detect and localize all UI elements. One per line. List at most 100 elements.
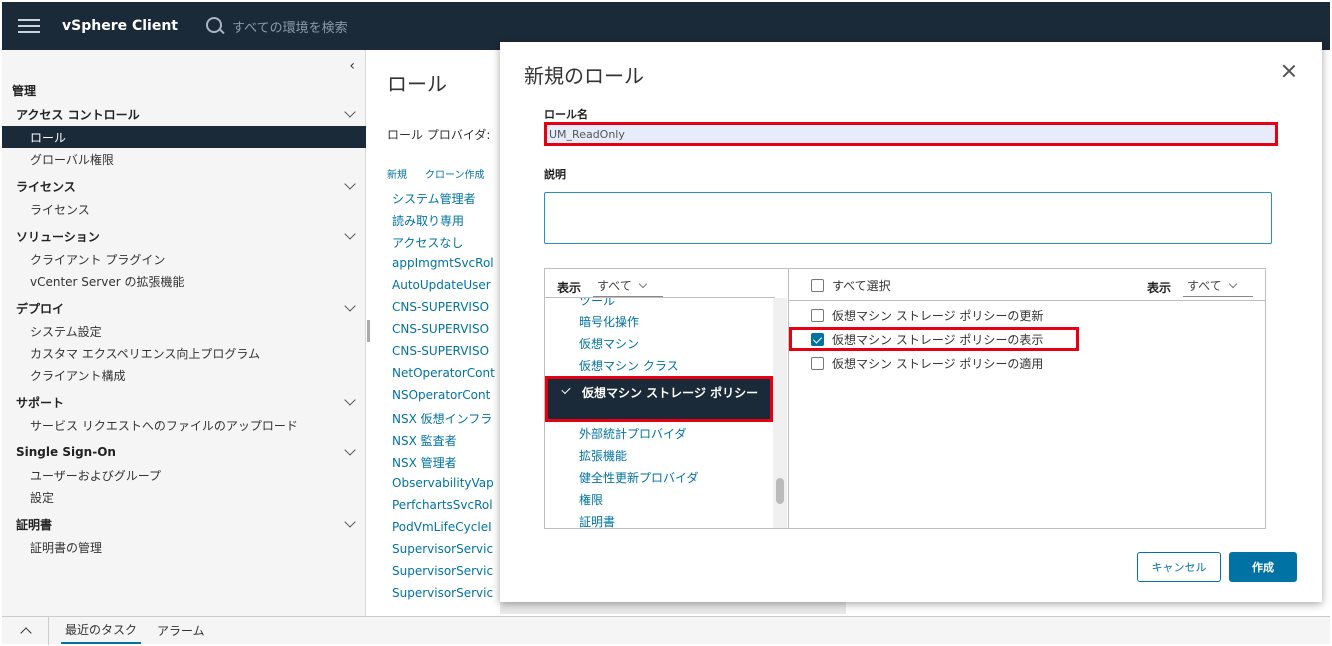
collapse-sidebar-icon[interactable]: ‹	[349, 58, 355, 74]
role-item[interactable]: ObservabilityVap	[392, 476, 495, 498]
category-filter-label: 表示	[557, 280, 582, 295]
select-all-checkbox[interactable]: すべて選択	[811, 277, 891, 294]
sidebar-item-system-config[interactable]: システム設定	[2, 320, 366, 342]
category-item-tools[interactable]: ツール	[545, 298, 773, 310]
create-button[interactable]: 作成	[1229, 552, 1297, 582]
role-item[interactable]: SupervisorServic	[392, 542, 495, 564]
sidebar-item-cert-management[interactable]: 証明書の管理	[2, 536, 366, 558]
role-item[interactable]: CNS-SUPERVISO	[392, 344, 495, 366]
chevron-up-icon[interactable]	[20, 626, 32, 639]
role-item[interactable]: NSOperatorCont	[392, 388, 495, 410]
page-title: ロール	[387, 72, 447, 96]
privilege-item-apply[interactable]: 仮想マシン ストレージ ポリシーの適用	[789, 351, 1265, 375]
category-item-health-provider[interactable]: 健全性更新プロバイダ	[545, 466, 773, 488]
description-label: 説明	[544, 168, 566, 181]
category-item-permissions[interactable]: 権限	[545, 488, 773, 510]
dialog-title: 新規のロール	[524, 64, 644, 88]
category-item-vm-class[interactable]: 仮想マシン クラス	[545, 354, 773, 376]
close-icon[interactable]	[1282, 64, 1296, 78]
sidebar-group-label: デプロイ	[16, 301, 65, 316]
category-scrollbar-thumb[interactable]	[776, 478, 784, 504]
role-item[interactable]: PodVmLifeCycleI	[392, 520, 495, 542]
category-scrollbar[interactable]	[773, 298, 787, 528]
checkbox-icon	[811, 356, 824, 370]
sidebar-group-support[interactable]: サポート	[2, 390, 366, 414]
role-list: システム管理者 読み取り専用 アクセスなし appImgmtSvcRol Aut…	[392, 190, 495, 608]
role-item[interactable]: CNS-SUPERVISO	[392, 322, 495, 344]
main-scrollbar[interactable]	[367, 320, 370, 342]
role-item[interactable]: NSX 仮想インフラ	[392, 410, 495, 432]
privilege-item-view[interactable]: 仮想マシン ストレージ ポリシーの表示	[789, 327, 1079, 351]
role-item[interactable]: NetOperatorCont	[392, 366, 495, 388]
sidebar-item-licenses[interactable]: ライセンス	[2, 198, 366, 220]
sidebar-group-sso[interactable]: Single Sign-On	[2, 440, 366, 464]
sidebar-item-roles[interactable]: ロール	[2, 126, 366, 148]
chevron-down-icon	[344, 516, 356, 528]
privilege-item-update[interactable]: 仮想マシン ストレージ ポリシーの更新	[789, 303, 1265, 327]
sidebar-group-label: Single Sign-On	[16, 445, 116, 459]
checkbox-icon	[811, 279, 824, 292]
check-icon	[561, 384, 571, 395]
category-item-vm[interactable]: 仮想マシン	[545, 332, 773, 354]
category-item-external-stats[interactable]: 外部統計プロバイダ	[545, 422, 773, 444]
role-item[interactable]: CNS-SUPERVISO	[392, 300, 495, 322]
category-label: 仮想マシン ストレージ ポリシー	[582, 386, 759, 400]
bottom-task-bar: 最近のタスク アラーム	[2, 616, 1330, 645]
chevron-down-icon	[344, 394, 356, 406]
role-name-input[interactable]	[544, 122, 1278, 146]
global-search-input[interactable]: すべての環境を検索	[232, 17, 348, 36]
sidebar-group-solutions[interactable]: ソリューション	[2, 224, 366, 248]
role-item[interactable]: AutoUpdateUser	[392, 278, 495, 300]
privilege-filter-value: すべて	[1187, 279, 1222, 293]
privilege-list: 仮想マシン ストレージ ポリシーの更新 仮想マシン ストレージ ポリシーの表示 …	[789, 303, 1265, 375]
category-filter-select[interactable]: すべて	[593, 277, 664, 297]
role-item[interactable]: NSX 管理者	[392, 454, 495, 476]
privilege-filter-select[interactable]: すべて	[1183, 277, 1253, 297]
app-title[interactable]: vSphere Client	[62, 18, 178, 34]
sidebar-item-ceip[interactable]: カスタマ エクスペリエンス向上プログラム	[2, 342, 366, 364]
new-role-link[interactable]: 新規	[387, 166, 407, 181]
role-name-label: ロール名	[544, 108, 588, 121]
role-item[interactable]: 読み取り専用	[392, 212, 495, 234]
role-item[interactable]: SupervisorServic	[392, 586, 495, 608]
sidebar-item-users-groups[interactable]: ユーザーおよびグループ	[2, 464, 366, 486]
sidebar-item-client-config[interactable]: クライアント構成	[2, 364, 366, 386]
sidebar-group-label: 証明書	[16, 517, 53, 532]
privilege-filter: 表示 すべて	[1147, 277, 1253, 297]
role-item[interactable]: NSX 監査者	[392, 432, 495, 454]
sidebar-item-upload-file[interactable]: サービス リクエストへのファイルのアップロード	[2, 414, 366, 436]
select-all-label: すべて選択	[832, 279, 891, 293]
role-item[interactable]: SupervisorServic	[392, 564, 495, 586]
sidebar-item-vcenter-extensions[interactable]: vCenter Server の拡張機能	[2, 270, 366, 292]
search-icon[interactable]	[206, 17, 224, 35]
tab-recent-tasks[interactable]: 最近のタスク	[61, 617, 142, 644]
sidebar-group-licensing[interactable]: ライセンス	[2, 174, 366, 198]
chevron-down-icon	[638, 279, 647, 289]
description-textarea[interactable]	[544, 192, 1272, 244]
role-item[interactable]: アクセスなし	[392, 234, 495, 256]
role-item[interactable]: PerfchartsSvcRol	[392, 498, 495, 520]
privilege-filter-label: 表示	[1146, 280, 1171, 295]
category-filter-value: すべて	[597, 279, 632, 293]
sidebar-section-title: 管理	[12, 84, 37, 98]
category-item-crypto[interactable]: 暗号化操作	[545, 310, 773, 332]
cancel-button[interactable]: キャンセル	[1137, 552, 1221, 582]
privilege-list-pane: すべて選択 表示 すべて 仮想マシン ストレージ ポリシーの更新 仮想マシン ス…	[789, 269, 1265, 528]
sidebar-group-label: アクセス コントロール	[16, 107, 140, 122]
sidebar-item-sso-settings[interactable]: 設定	[2, 486, 366, 508]
sidebar-item-global-permissions[interactable]: グローバル権限	[2, 148, 366, 170]
sidebar-group-certificates[interactable]: 証明書	[2, 512, 366, 536]
category-item-extensions[interactable]: 拡張機能	[545, 444, 773, 466]
role-item[interactable]: appImgmtSvcRol	[392, 256, 495, 278]
tab-alarms[interactable]: アラーム	[153, 618, 209, 643]
sidebar-group-access-control[interactable]: アクセス コントロール	[2, 102, 366, 126]
role-provider-label: ロール プロバイダ:	[387, 128, 491, 142]
category-item-vm-storage-policy[interactable]: 仮想マシン ストレージ ポリシー	[545, 376, 773, 422]
hamburger-menu-icon[interactable]	[18, 19, 40, 33]
chevron-down-icon	[344, 178, 356, 190]
sidebar-group-deployment[interactable]: デプロイ	[2, 296, 366, 320]
category-item-certificates[interactable]: 証明書	[545, 510, 773, 529]
clone-role-link[interactable]: クローン作成	[425, 166, 485, 181]
sidebar-item-client-plugins[interactable]: クライアント プラグイン	[2, 248, 366, 270]
role-item[interactable]: システム管理者	[392, 190, 495, 212]
